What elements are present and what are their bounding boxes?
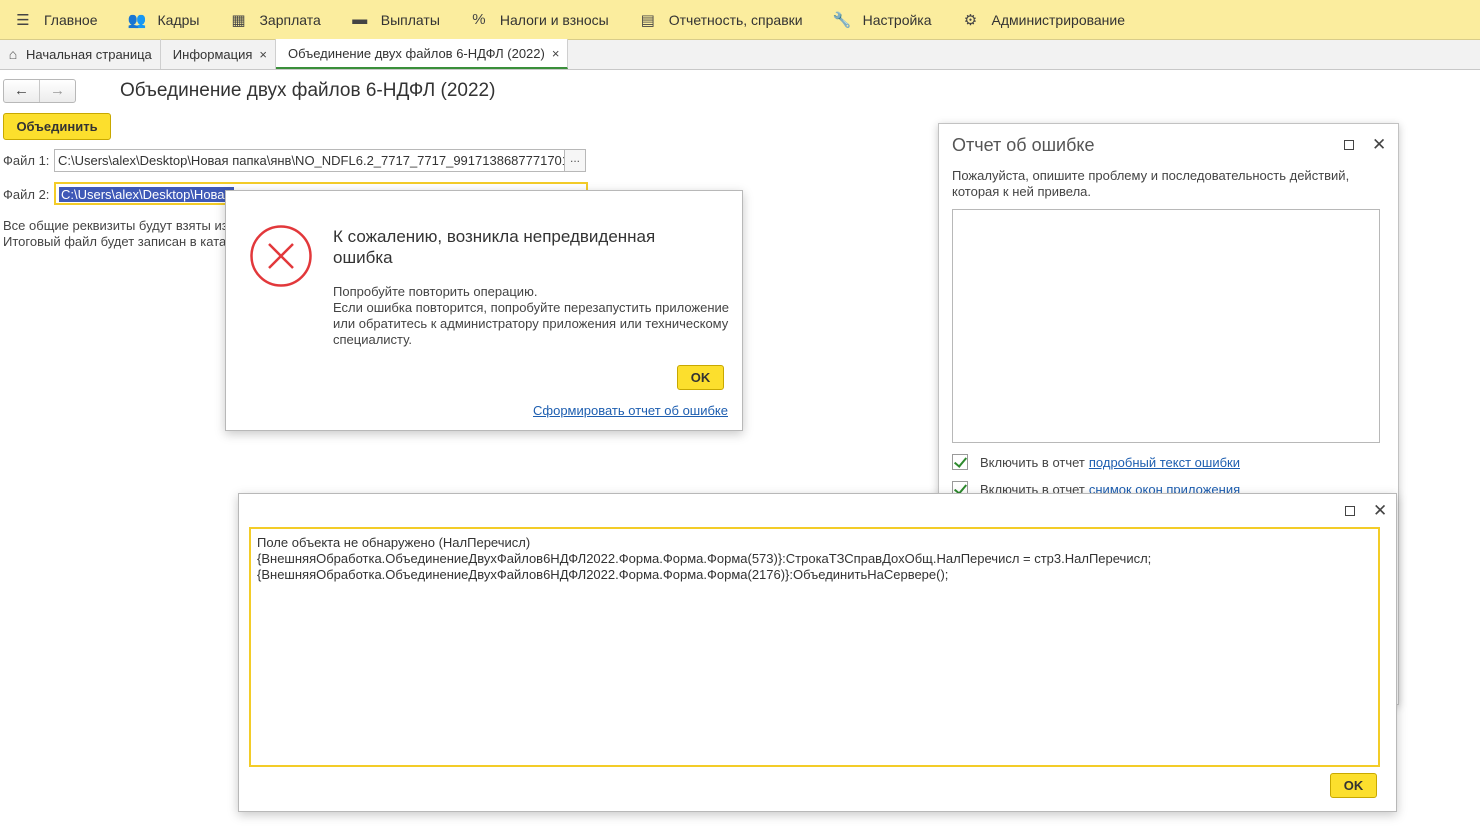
menu-item-personnel[interactable]: 👥 Кадры bbox=[114, 0, 216, 40]
tab-label: Начальная страница bbox=[26, 46, 152, 62]
back-arrow-icon[interactable]: ← bbox=[4, 80, 39, 102]
percent-icon: % bbox=[472, 11, 486, 28]
merge-button[interactable]: Объединить bbox=[3, 113, 111, 140]
menu-item-label: Кадры bbox=[157, 11, 200, 28]
error-icon bbox=[250, 225, 312, 287]
report-title: Отчет об ошибке bbox=[952, 135, 1095, 155]
report-description: Пожалуйста, опишите проблему и последова… bbox=[952, 168, 1350, 199]
menu-item-administration[interactable]: ⚙ Администрирование bbox=[948, 0, 1142, 40]
menu-item-label: Отчетность, справки bbox=[668, 11, 803, 28]
wallet-icon: ▬ bbox=[352, 11, 368, 28]
file1-label: Файл 1: bbox=[3, 153, 50, 168]
reports-icon: ▤ bbox=[640, 11, 655, 29]
menu-item-reports[interactable]: ▤ Отчетность, справки bbox=[625, 0, 819, 40]
error-detail-line: Поле объекта не обнаружено (НалПеречисл) bbox=[257, 535, 531, 550]
menu-item-label: Налоги и взносы bbox=[499, 11, 609, 28]
error-detail-line: {ВнешняяОбработка.ОбъединениеДвухФайлов6… bbox=[257, 551, 1152, 566]
error-dialog: К сожалению, возникла непредвиденная оши… bbox=[225, 190, 743, 431]
file2-label: Файл 2: bbox=[3, 187, 50, 202]
close-icon[interactable]: ✕ bbox=[1372, 136, 1386, 153]
error-message-line: Попробуйте повторить операцию. bbox=[333, 284, 538, 299]
menu-item-label: Зарплата bbox=[259, 11, 321, 28]
error-message-line: Если ошибка повторится, попробуйте перез… bbox=[333, 300, 730, 347]
checkbox-label: Включить в отчет bbox=[980, 454, 1085, 470]
file1-field[interactable]: C:\Users\alex\Desktop\Новая папка\янв\NO… bbox=[54, 149, 566, 172]
tabs-bar: ⌂ Начальная страница Информация × Объеди… bbox=[0, 39, 1480, 70]
gear-icon: ⚙ bbox=[963, 11, 978, 29]
include-error-text-option: Включить в отчет подробный текст ошибки bbox=[952, 454, 1240, 470]
problem-description-field[interactable] bbox=[952, 209, 1380, 443]
tab-label: Информация bbox=[172, 46, 253, 62]
menu-item-taxes[interactable]: % Налоги и взносы bbox=[456, 0, 625, 40]
file1-select-button[interactable]: ... bbox=[564, 149, 586, 172]
wrench-icon: 🔧 bbox=[832, 11, 852, 29]
error-details-window: ✕ Поле объекта не обнаружено (НалПеречис… bbox=[238, 493, 1397, 812]
tab-home[interactable]: ⌂ Начальная страница bbox=[0, 39, 161, 69]
menu-item-label: Администрирование bbox=[991, 11, 1126, 28]
tab-merge-files[interactable]: Объединение двух файлов 6-НДФЛ (2022) × bbox=[275, 39, 569, 69]
file2-value: C:\Users\alex\Desktop\Новая bbox=[59, 187, 234, 202]
create-error-report-link[interactable]: Сформировать отчет об ошибке bbox=[533, 403, 728, 418]
menu-item-label: Выплаты bbox=[380, 11, 440, 28]
nav-buttons: ← → bbox=[3, 79, 76, 103]
close-icon[interactable]: ✕ bbox=[1373, 502, 1387, 519]
include-error-text-checkbox[interactable] bbox=[952, 454, 968, 470]
tab-info[interactable]: Информация × bbox=[161, 39, 276, 69]
error-details-text[interactable]: Поле объекта не обнаружено (НалПеречисл)… bbox=[249, 527, 1380, 767]
maximize-icon[interactable] bbox=[1345, 506, 1355, 516]
hamburger-icon: ☰ bbox=[16, 11, 30, 29]
calculator-icon: ▦ bbox=[231, 11, 246, 29]
menu-item-label: Настройка bbox=[862, 11, 932, 28]
menu-item-salary[interactable]: ▦ Зарплата bbox=[215, 0, 336, 40]
error-detail-line: {ВнешняяОбработка.ОбъединениеДвухФайлов6… bbox=[257, 567, 949, 582]
error-message: Попробуйте повторить операцию. Если ошиб… bbox=[333, 284, 733, 348]
menu-item-main[interactable]: ☰ Главное bbox=[0, 0, 114, 40]
ok-button[interactable]: OK bbox=[677, 365, 724, 390]
main-menu-bar: ☰ Главное 👥 Кадры ▦ Зарплата ▬ Выплаты %… bbox=[0, 0, 1480, 40]
note-output-file: Итоговый файл будет записан в катал bbox=[3, 234, 234, 249]
page-title: Объединение двух файлов 6-НДФЛ (2022) bbox=[120, 80, 496, 101]
error-text-link[interactable]: подробный текст ошибки bbox=[1089, 455, 1240, 470]
ok-button[interactable]: OK bbox=[1330, 773, 1377, 798]
maximize-icon[interactable] bbox=[1344, 140, 1354, 150]
error-title: К сожалению, возникла непредвиденная оши… bbox=[333, 227, 656, 267]
people-icon: 👥 bbox=[127, 11, 147, 29]
home-icon: ⌂ bbox=[8, 46, 18, 62]
note-common-requisites: Все общие реквизиты будут взяты из bbox=[3, 218, 228, 233]
menu-item-payments[interactable]: ▬ Выплаты bbox=[337, 0, 456, 40]
menu-item-settings[interactable]: 🔧 Настройка bbox=[819, 0, 948, 40]
tab-label: Объединение двух файлов 6-НДФЛ (2022) bbox=[287, 45, 545, 61]
forward-arrow-icon[interactable]: → bbox=[39, 80, 75, 102]
close-icon[interactable]: × bbox=[259, 47, 267, 62]
close-icon[interactable]: × bbox=[552, 46, 560, 61]
menu-item-label: Главное bbox=[44, 11, 98, 28]
